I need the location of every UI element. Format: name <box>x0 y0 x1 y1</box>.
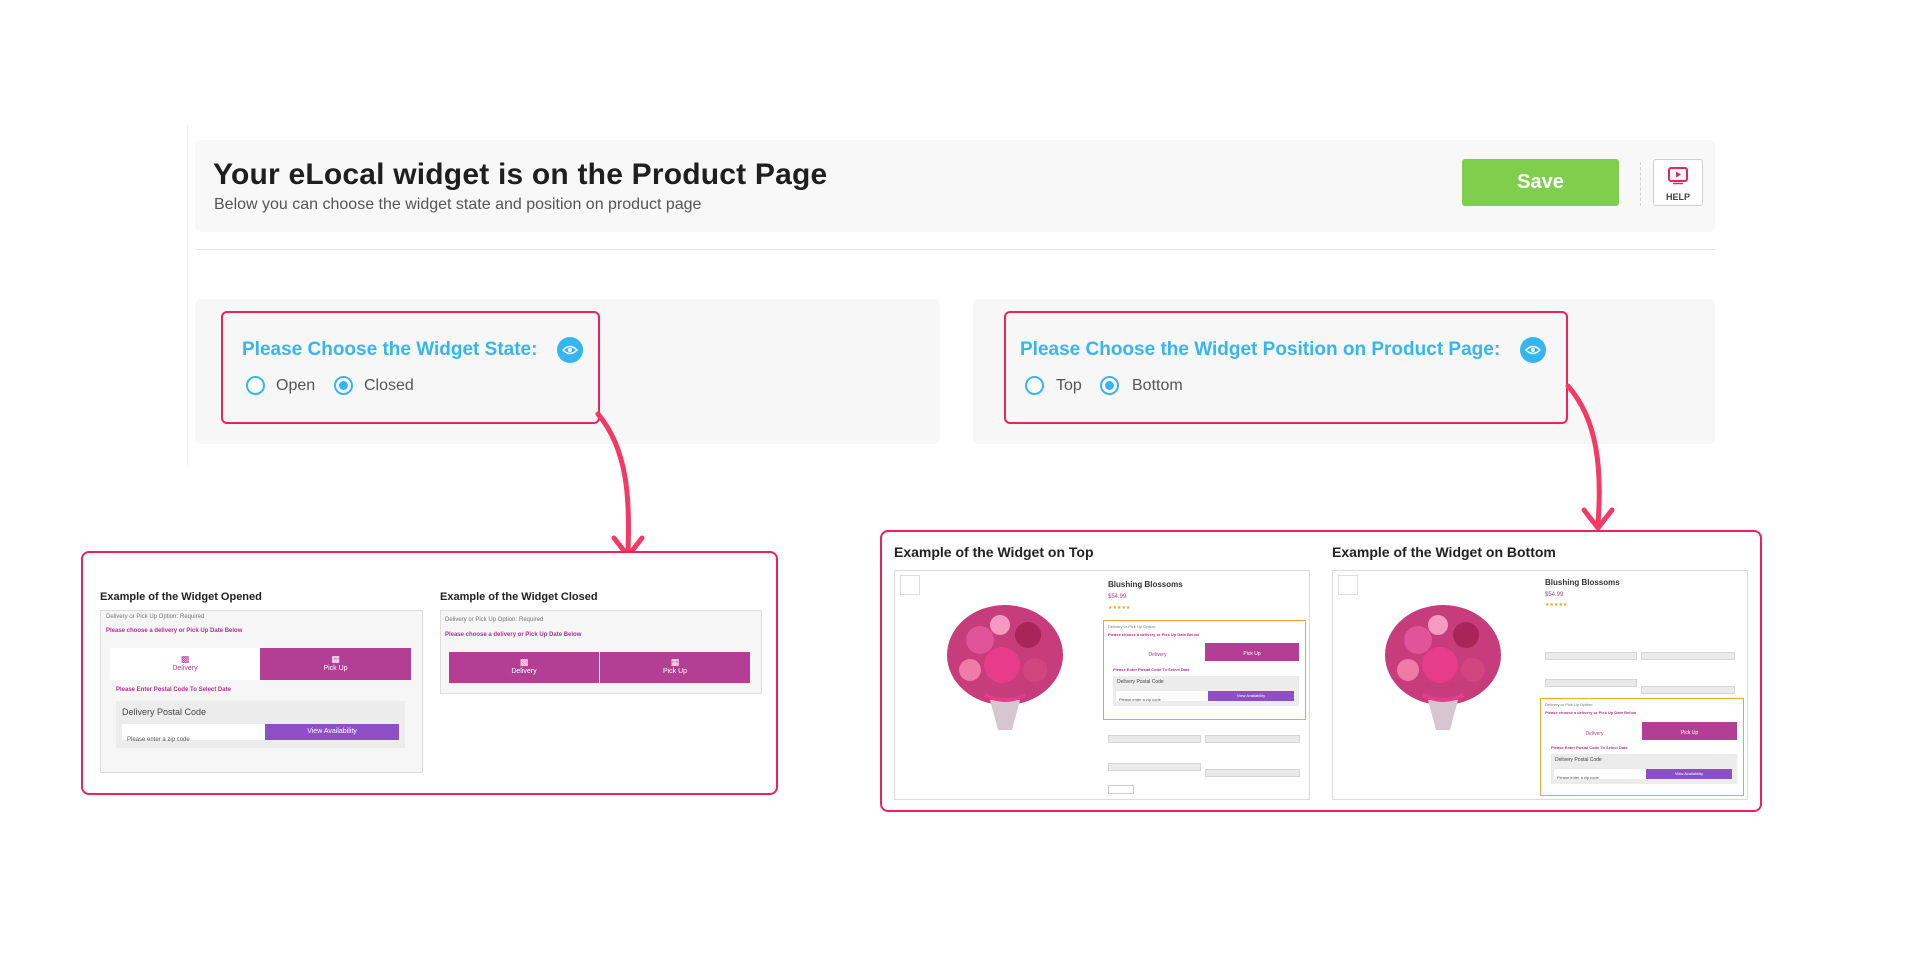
bottom-zip-placeholder: Please enter a zip code <box>1557 775 1599 780</box>
top-product-price: $54.99 <box>1108 594 1127 600</box>
closed-pickup-label: Pick Up <box>662 668 688 675</box>
bottom-delivery-tab[interactable]: Delivery <box>1547 722 1642 740</box>
bottom-pickup-label: Pick Up <box>1680 730 1699 736</box>
flower-bouquet-image <box>947 605 1063 730</box>
closed-required: Required <box>519 617 544 623</box>
top-rating-stars: ★★★★★ <box>1108 605 1131 611</box>
example-opened-title: Example of the Widget Opened <box>100 591 262 603</box>
bottom-delivery-label: Delivery <box>1585 731 1604 737</box>
top-quantity-stepper[interactable] <box>1108 785 1134 794</box>
bottom-rating-stars: ★★★★★ <box>1545 602 1568 608</box>
closed-pickup-button[interactable]: ▦ Pick Up <box>600 652 750 683</box>
top-view-availability-label: View Availability <box>1236 693 1266 698</box>
bottom-view-availability-button[interactable]: View Availability <box>1646 769 1732 779</box>
opened-zip-input[interactable]: Please enter a zip code <box>122 724 265 743</box>
bottom-enter-postal: Please Enter Postal Code To Select Date <box>1551 745 1628 750</box>
top-product-name: Blushing Blossoms <box>1108 580 1183 589</box>
top-enter-postal: Please Enter Postal Code To Select Date <box>1113 667 1190 672</box>
top-postal-label: Delivery Postal Code <box>1117 679 1164 685</box>
example-top-title: Example of the Widget on Top <box>894 544 1094 560</box>
opened-view-availability-label: View Availability <box>307 728 357 735</box>
closed-choose-text: Please choose a delivery or Pick Up Date… <box>445 632 582 638</box>
top-recipient-field <box>1108 735 1201 743</box>
opened-postal-label: Delivery Postal Code <box>122 707 207 717</box>
top-card-message-field <box>1205 735 1300 743</box>
top-view-availability-button[interactable]: View Availability <box>1208 691 1294 701</box>
opened-delivery-label: Delivery <box>172 665 198 672</box>
bottom-choose-text: Please choose a delivery or Pick Up Date… <box>1545 710 1636 715</box>
top-zip-placeholder: Please enter a zip code <box>1119 697 1161 702</box>
opened-pickup-label: Pick Up <box>323 665 348 672</box>
bottom-option-label: Delivery or Pick Up Option: <box>1545 702 1594 707</box>
opened-zip-placeholder: Please enter a zip code <box>127 737 190 743</box>
top-choose-text: Please choose a delivery or Pick Up Date… <box>1108 632 1199 637</box>
example-closed-title: Example of the Widget Closed <box>440 591 598 603</box>
store-icon: ▦ <box>670 657 680 667</box>
top-delivery-tab[interactable]: Delivery <box>1110 643 1205 661</box>
bottom-product-price: $54.99 <box>1545 592 1564 598</box>
opened-option-label: Delivery or Pick Up Option: <box>106 614 179 620</box>
opened-view-availability-button[interactable]: View Availability <box>265 724 399 740</box>
thumbnail-icon <box>900 575 920 595</box>
top-delivery-label: Delivery <box>1148 652 1167 658</box>
truck-icon: ▩ <box>180 654 190 664</box>
truck-icon: ▩ <box>519 657 529 667</box>
closed-delivery-button[interactable]: ▩ Delivery <box>449 652 599 683</box>
opened-required: Required <box>180 614 205 620</box>
bottom-funeral-field <box>1641 686 1735 694</box>
opened-pickup-tab[interactable]: ▦ Pick Up <box>260 648 411 680</box>
top-sender-field <box>1108 763 1201 771</box>
bottom-product-name: Blushing Blossoms <box>1545 578 1620 587</box>
example-bottom-title: Example of the Widget on Bottom <box>1332 544 1556 560</box>
bottom-postal-label: Delivery Postal Code <box>1555 757 1602 763</box>
bottom-recipient-field <box>1545 652 1637 660</box>
opened-enter-postal: Please Enter Postal Code To Select Date <box>116 687 231 693</box>
opened-delivery-tab[interactable]: ▩ Delivery <box>110 648 260 680</box>
top-funeral-field <box>1205 769 1300 777</box>
bottom-card-message-field <box>1641 652 1735 660</box>
thumbnail-icon <box>1338 575 1358 595</box>
top-zip-input[interactable]: Please enter a zip code <box>1116 691 1208 702</box>
bottom-zip-input[interactable]: Please enter a zip code <box>1554 769 1646 780</box>
opened-choose-text: Please choose a delivery or Pick Up Date… <box>106 628 243 634</box>
store-icon: ▦ <box>331 654 340 664</box>
flower-bouquet-image <box>1385 605 1501 730</box>
bottom-view-availability-label: View Availability <box>1674 771 1704 776</box>
bottom-sender-field <box>1545 679 1637 687</box>
bottom-pickup-tab[interactable]: Pick Up <box>1642 722 1737 740</box>
top-pickup-tab[interactable]: Pick Up <box>1205 643 1299 661</box>
closed-option-label: Delivery or Pick Up Option: <box>445 617 518 623</box>
top-pickup-label: Pick Up <box>1243 651 1261 657</box>
top-option-label: Delivery or Pick Up Option: <box>1108 624 1157 629</box>
closed-delivery-label: Delivery <box>511 668 537 675</box>
